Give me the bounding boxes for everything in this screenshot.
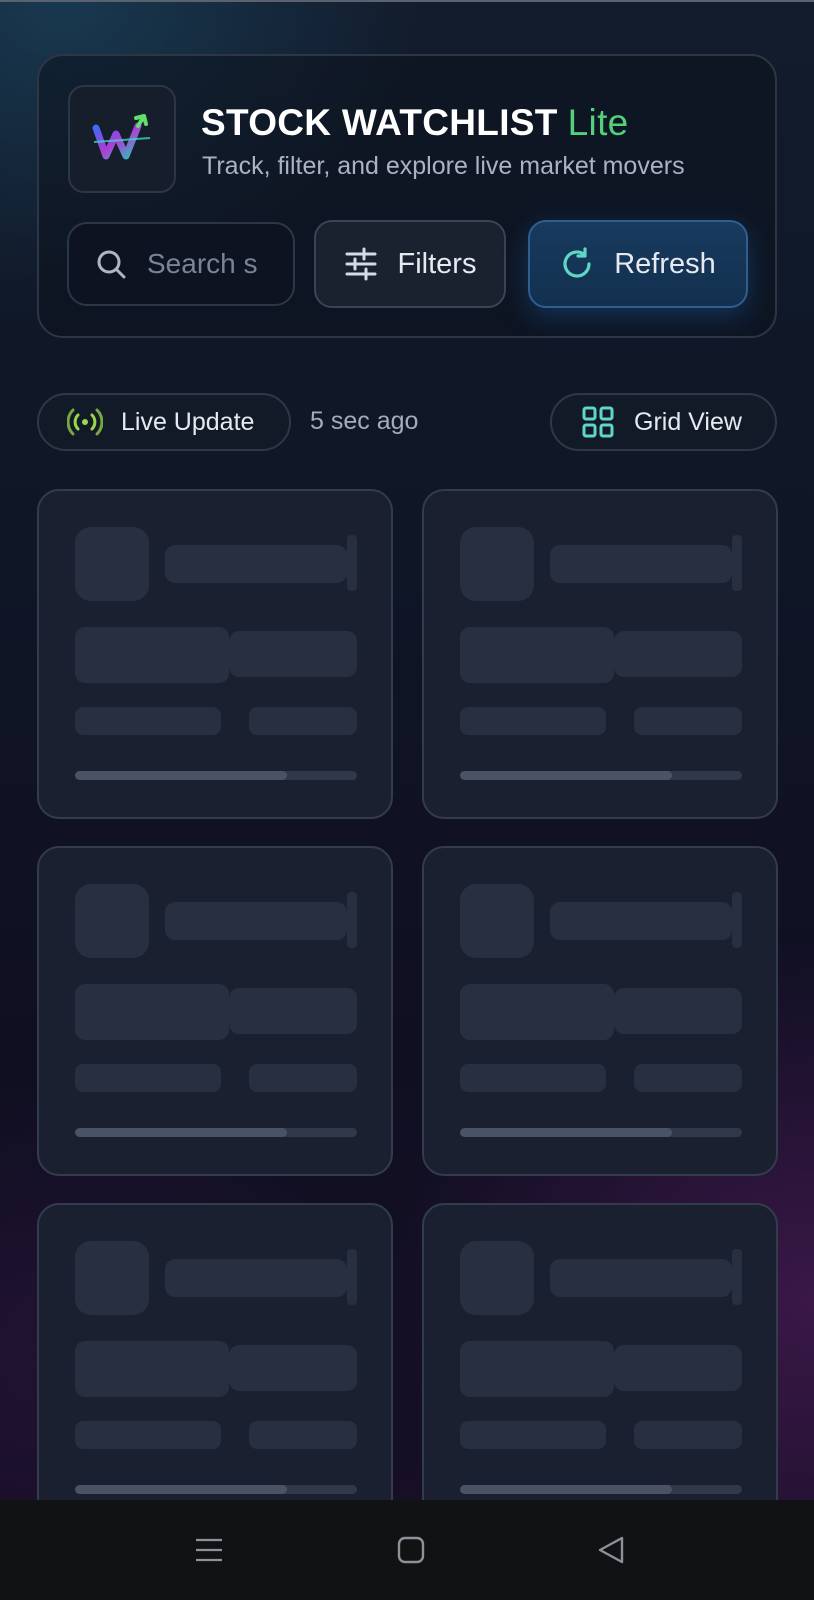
header-card: STOCK WATCHLIST Lite Track, filter, and e… [37, 54, 777, 338]
search-input[interactable] [147, 248, 267, 280]
refresh-label: Refresh [614, 247, 716, 280]
skeleton-title [165, 902, 347, 940]
skeleton-price [460, 984, 614, 1040]
app-logo [68, 85, 176, 193]
skeleton-meta [634, 1064, 742, 1092]
refresh-icon [563, 247, 591, 278]
skeleton-meta [634, 707, 742, 735]
skeleton-change [614, 1345, 742, 1391]
skeleton-title [550, 902, 732, 940]
skeleton-avatar [75, 527, 149, 601]
skeleton-change [229, 631, 357, 677]
skeleton-progress-bar [460, 771, 742, 780]
trending-w-logo-icon [92, 114, 151, 160]
stock-card-skeleton [37, 846, 393, 1176]
broadcast-icon [67, 408, 103, 436]
grid-view-toggle[interactable]: Grid View [550, 393, 777, 451]
skeleton-tick [732, 535, 742, 591]
app-title-badge: Lite [567, 102, 629, 143]
skeleton-meta [460, 1421, 606, 1449]
filters-label: Filters [397, 247, 477, 280]
filters-button[interactable]: Filters [314, 220, 506, 308]
skeleton-progress-fill [460, 771, 672, 780]
skeleton-price [75, 1341, 229, 1397]
skeleton-title [165, 545, 347, 583]
live-update-badge[interactable]: Live Update [37, 393, 291, 451]
stock-card-skeleton [422, 1203, 778, 1533]
refresh-button[interactable]: Refresh [528, 220, 748, 308]
skeleton-progress-fill [460, 1128, 672, 1137]
skeleton-avatar [75, 884, 149, 958]
skeleton-meta [634, 1421, 742, 1449]
system-nav-bar [0, 1500, 814, 1600]
skeleton-meta [75, 1064, 221, 1092]
skeleton-title [550, 1259, 732, 1297]
skeleton-change [229, 988, 357, 1034]
skeleton-avatar [75, 1241, 149, 1315]
skeleton-progress-fill [75, 771, 287, 780]
skeleton-price [75, 984, 229, 1040]
skeleton-meta [249, 707, 357, 735]
stock-card-skeleton [422, 846, 778, 1176]
skeleton-avatar [460, 527, 534, 601]
skeleton-progress-bar [75, 1485, 357, 1494]
skeleton-progress-bar [75, 771, 357, 780]
skeleton-price [460, 627, 614, 683]
sliders-icon [345, 247, 377, 281]
skeleton-avatar [460, 1241, 534, 1315]
skeleton-progress-fill [75, 1485, 287, 1494]
skeleton-meta [249, 1421, 357, 1449]
top-edge-divider [0, 0, 814, 2]
skeleton-change [614, 988, 742, 1034]
skeleton-progress-bar [75, 1128, 357, 1137]
skeleton-progress-fill [75, 1128, 287, 1137]
skeleton-progress-fill [460, 1485, 672, 1494]
grid-view-label: Grid View [634, 407, 742, 436]
menu-icon[interactable] [189, 1530, 229, 1570]
stock-card-skeleton [37, 489, 393, 819]
skeleton-change [229, 1345, 357, 1391]
app-title: STOCK WATCHLIST Lite [201, 102, 629, 144]
skeleton-change [614, 631, 742, 677]
skeleton-tick [347, 892, 357, 948]
skeleton-meta [460, 707, 606, 735]
skeleton-avatar [460, 884, 534, 958]
live-update-label: Live Update [121, 407, 255, 436]
app-subtitle: Track, filter, and explore live market m… [202, 152, 685, 180]
last-updated-text: 5 sec ago [310, 407, 419, 435]
grid-icon [582, 406, 614, 438]
skeleton-title [550, 545, 732, 583]
skeleton-tick [347, 1249, 357, 1305]
skeleton-tick [347, 535, 357, 591]
home-icon[interactable] [391, 1530, 431, 1570]
skeleton-meta [75, 707, 221, 735]
skeleton-progress-bar [460, 1128, 742, 1137]
skeleton-meta [75, 1421, 221, 1449]
skeleton-title [165, 1259, 347, 1297]
back-icon[interactable] [591, 1530, 631, 1570]
skeleton-meta [460, 1064, 606, 1092]
skeleton-meta [249, 1064, 357, 1092]
search-field[interactable] [67, 222, 295, 306]
skeleton-progress-bar [460, 1485, 742, 1494]
stock-card-skeleton [37, 1203, 393, 1533]
skeleton-price [460, 1341, 614, 1397]
skeleton-tick [732, 892, 742, 948]
search-icon [97, 250, 126, 279]
skeleton-price [75, 627, 229, 683]
app-title-text: STOCK WATCHLIST [201, 102, 558, 143]
stock-card-skeleton [422, 489, 778, 819]
skeleton-tick [732, 1249, 742, 1305]
